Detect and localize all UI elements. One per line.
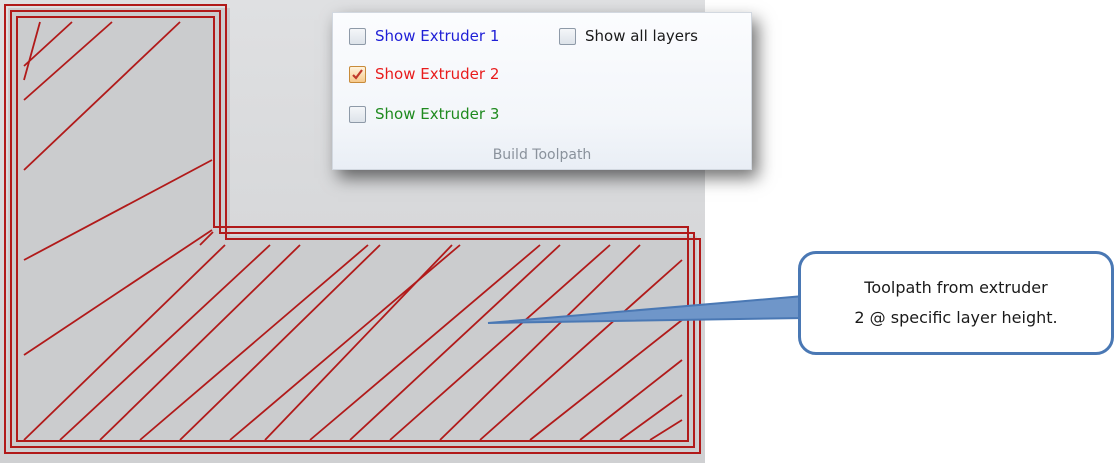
show-extruder-3-label: Show Extruder 3 xyxy=(375,105,500,123)
checkbox-box[interactable] xyxy=(349,27,366,45)
show-all-layers-label: Show all layers xyxy=(585,27,698,45)
callout-line-2: 2 @ specific layer height. xyxy=(854,308,1058,327)
show-extruder-3-checkbox[interactable]: Show Extruder 3 xyxy=(349,103,499,125)
checkmark-icon xyxy=(352,68,363,80)
checkbox-box[interactable] xyxy=(559,27,576,45)
callout-line-1: Toolpath from extruder xyxy=(864,278,1048,297)
build-toolpath-panel: Show Extruder 1 Show all layers Show Ext… xyxy=(332,12,752,170)
show-extruder-1-label: Show Extruder 1 xyxy=(375,27,500,45)
annotation-callout: Toolpath from extruder 2 @ specific laye… xyxy=(798,251,1114,355)
show-extruder-2-label: Show Extruder 2 xyxy=(375,65,500,83)
show-extruder-2-checkbox[interactable]: Show Extruder 2 xyxy=(349,63,499,85)
show-all-layers-checkbox[interactable]: Show all layers xyxy=(559,25,698,47)
checkbox-box[interactable] xyxy=(349,65,366,83)
checkbox-box[interactable] xyxy=(349,105,366,123)
panel-group-label: Build Toolpath xyxy=(492,147,592,163)
show-extruder-1-checkbox[interactable]: Show Extruder 1 xyxy=(349,25,499,47)
